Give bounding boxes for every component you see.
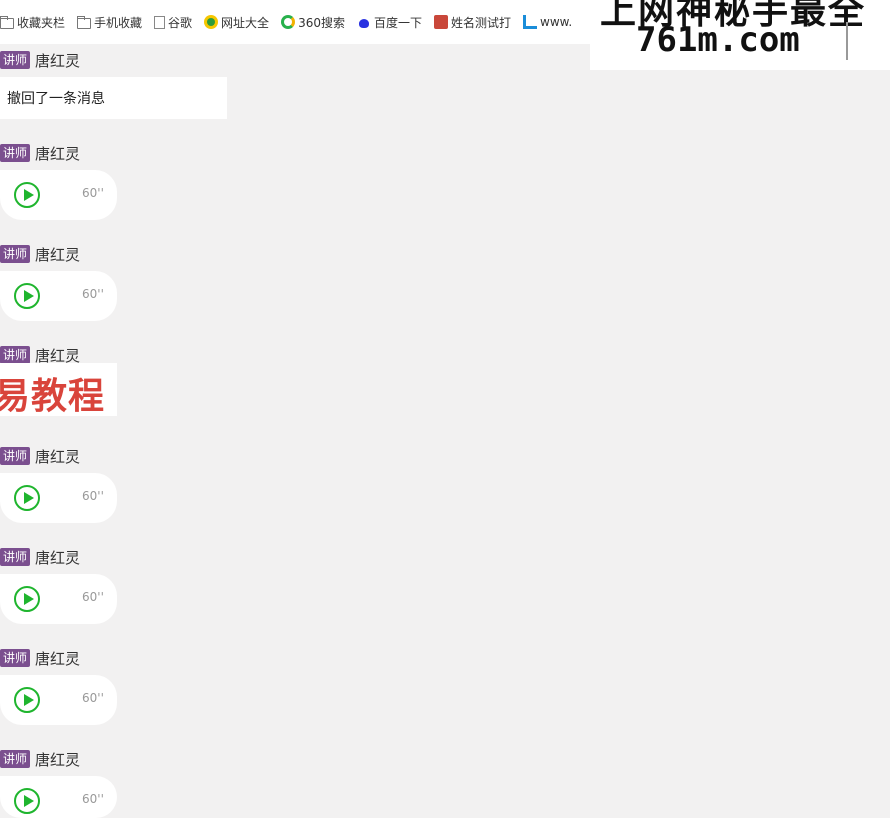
voice-message-bubble[interactable]: 60'' [0,574,117,624]
page-icon [154,15,166,29]
message-sender: 讲师 唐红灵 [0,244,80,264]
message-sender: 讲师 唐红灵 [0,547,80,567]
message-sender: 讲师 唐红灵 [0,648,80,668]
chat-message: 讲师 唐红灵 撤回了一条消息 [0,50,227,119]
chat-message: 讲师 唐红灵 60'' [0,547,117,624]
lecturer-badge: 讲师 [0,447,31,465]
recalled-message-text: 撤回了一条消息 [7,91,105,107]
bookmark-360[interactable]: 360搜索 [281,14,345,31]
play-icon[interactable] [14,687,40,713]
bookmark-label: 姓名测试打 [450,15,511,30]
message-sender: 讲师 唐红灵 [0,749,80,769]
lecturer-badge: 讲师 [0,548,31,566]
play-icon[interactable] [14,182,40,208]
bookmark-mobile[interactable]: 手机收藏 [77,14,142,31]
lecturer-badge: 讲师 [0,245,31,263]
sender-name: 唐红灵 [35,144,81,163]
message-sender: 讲师 唐红灵 [0,143,80,163]
bookmark-label: www. [540,15,573,29]
folder-icon [77,15,92,29]
voice-message-bubble[interactable]: 60'' [0,271,117,321]
voice-duration: 60'' [82,691,104,705]
nav-site-icon [204,15,219,29]
bookmark-nav-site[interactable]: 网址大全 [204,14,269,31]
bookmark-baidu[interactable]: 百度一下 [357,14,422,31]
message-sender: 讲师 唐红灵 [0,446,80,466]
sender-name: 唐红灵 [35,649,81,668]
play-icon[interactable] [14,283,40,309]
chat-message: 讲师 唐红灵 60'' [0,749,117,818]
voice-duration: 60'' [82,287,104,301]
message-sender: 讲师 唐红灵 [0,345,80,365]
sender-name: 唐红灵 [35,447,81,466]
watermark-domain: 761m.com [636,20,800,60]
sender-name: 唐红灵 [35,245,81,264]
play-icon[interactable] [14,586,40,612]
sender-name: 唐红灵 [35,548,81,567]
bookmark-google[interactable]: 谷歌 [154,14,192,31]
bookmark-label: 手机收藏 [94,15,143,30]
lecturer-badge: 讲师 [0,144,31,162]
sender-name: 唐红灵 [35,750,81,769]
voice-message-bubble[interactable]: 60'' [0,776,117,818]
bookmark-label: 百度一下 [373,15,422,30]
page: 收藏夹栏 手机收藏 谷歌 网址大全 360搜索 百度一下 姓名测试打 www. [0,0,890,818]
image-message-bubble[interactable]: 易教程 [0,363,117,416]
lecturer-badge: 讲师 [0,649,31,667]
bookmark-label: 360搜索 [298,15,345,30]
voice-duration: 60'' [82,186,104,200]
name-test-icon [433,15,448,29]
play-icon[interactable] [14,485,40,511]
bookmark-label: 谷歌 [168,15,193,30]
crop-icon [523,15,537,29]
folder-icon [0,15,14,29]
chat-message: 讲师 唐红灵 60'' [0,648,117,725]
bookmarks-bar: 收藏夹栏 手机收藏 谷歌 网址大全 360搜索 百度一下 姓名测试打 www. [0,0,600,44]
baidu-paw-icon [357,15,371,29]
lecturer-badge: 讲师 [0,346,31,364]
sender-name: 唐红灵 [35,51,81,70]
bookmark-label: 网址大全 [221,15,270,30]
recalled-message-bubble: 撤回了一条消息 [0,77,227,119]
voice-message-bubble[interactable]: 60'' [0,170,117,220]
bookmark-favorites-bar[interactable]: 收藏夹栏 [0,14,65,31]
chat-message: 讲师 唐红灵 60'' [0,143,117,220]
lecturer-badge: 讲师 [0,51,31,69]
watermark-divider [846,22,848,60]
chat-message: 讲师 唐红灵 60'' [0,244,117,321]
bookmark-www[interactable]: www. [523,15,572,29]
search-360-icon [281,15,296,29]
voice-duration: 60'' [82,489,104,503]
chat-message: 讲师 唐红灵 易教程 [0,345,117,416]
voice-duration: 60'' [82,792,104,806]
voice-message-bubble[interactable]: 60'' [0,473,117,523]
bookmark-label: 收藏夹栏 [17,15,66,30]
play-icon[interactable] [14,788,40,814]
message-sender: 讲师 唐红灵 [0,50,80,70]
voice-duration: 60'' [82,590,104,604]
bookmark-name-test[interactable]: 姓名测试打 [433,14,511,31]
watermark: 上网神秘手最全 761m.com [590,0,890,70]
lecturer-badge: 讲师 [0,750,31,768]
chat-message: 讲师 唐红灵 60'' [0,446,117,523]
voice-message-bubble[interactable]: 60'' [0,675,117,725]
image-caption-text: 易教程 [0,375,106,416]
